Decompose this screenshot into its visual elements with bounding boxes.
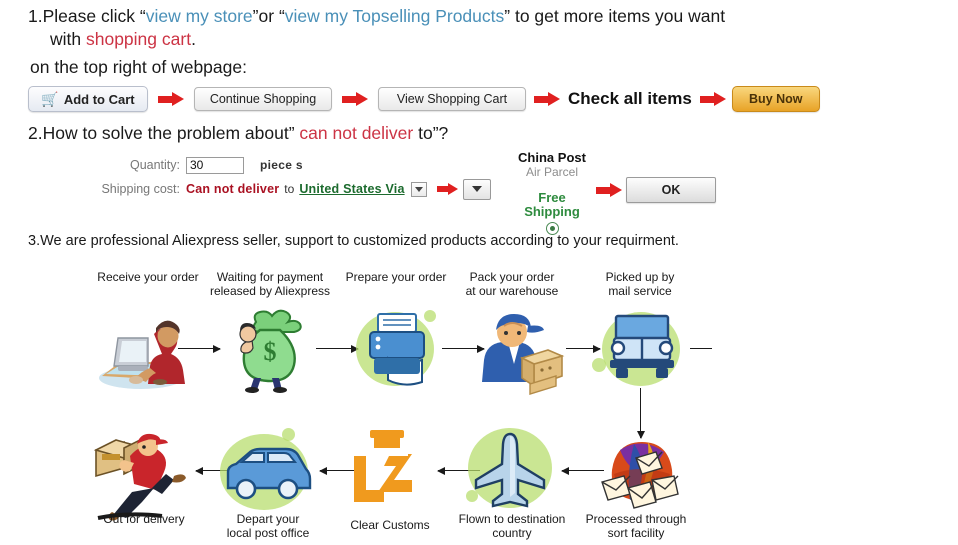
step1-line3: on the top right of webpage: <box>30 57 247 77</box>
view-topselling-products-link[interactable]: view my Topselling Products <box>285 6 505 26</box>
promo-instructions-page: 1.Please click “view my store”or “view m… <box>0 0 958 545</box>
view-my-store-link[interactable]: view my store <box>146 6 253 26</box>
worker-with-boxes-icon <box>470 306 566 395</box>
flow-label-5: Picked up by mail service <box>605 270 675 298</box>
flow-node-clear-customs-label: Clear Customs <box>328 518 452 532</box>
money-bag-icon: $ <box>226 304 322 393</box>
flow-label-2: Waiting for payment released by Aliexpres… <box>209 270 331 298</box>
airplane-icon <box>464 426 560 508</box>
carrier-service: Air Parcel <box>525 165 578 179</box>
country-via-link[interactable]: United States Via <box>299 182 404 196</box>
person-at-computer-icon <box>96 310 192 392</box>
flow-node-pack-order-label: Pack your order at our warehouse <box>450 270 574 298</box>
view-shopping-cart-label: View Shopping Cart <box>396 92 508 106</box>
view-shopping-cart-button[interactable]: View Shopping Cart <box>378 87 526 111</box>
mail-sorting-icon <box>594 430 690 512</box>
step2-number: 2. <box>28 123 43 143</box>
step1-number: 1. <box>28 6 43 26</box>
ok-button[interactable]: OK <box>626 177 716 203</box>
quantity-unit: piece s <box>260 158 303 172</box>
step1-text-b: to get more items you want <box>510 6 726 26</box>
red-arrow-6 <box>596 183 622 197</box>
ok-row: OK <box>596 177 716 203</box>
red-arrow-1 <box>158 92 184 106</box>
step1-text-a: Please click <box>42 6 140 26</box>
add-to-cart-label: Add to Cart <box>63 91 135 107</box>
shipping-cost-row: Shipping cost: Can not deliver to United… <box>88 178 491 200</box>
red-arrow-5 <box>436 183 459 195</box>
to-word: to <box>284 182 295 196</box>
flow-arrow-1 <box>178 344 221 353</box>
red-arrow-4 <box>699 92 726 106</box>
free-shipping-line2: Shipping <box>524 204 580 219</box>
shopping-cart-icon: 🛒 <box>41 91 59 107</box>
carrier-block: China Post Air Parcel Free Shipping <box>506 150 598 235</box>
quantity-label: Quantity: <box>129 158 180 172</box>
caret-down-icon-large <box>471 186 482 192</box>
buy-now-button[interactable]: Buy Now <box>731 86 820 112</box>
truck-icon <box>592 308 690 390</box>
step2-text-b: to”? <box>413 123 449 143</box>
step1-line2-b: . <box>191 29 196 49</box>
svg-text:$: $ <box>264 337 277 366</box>
flow-node-waiting-payment-label: Waiting for payment released by Aliexpres… <box>208 270 332 298</box>
running-courier-icon <box>90 430 200 521</box>
quantity-row: Quantity: 30 piece s <box>88 155 491 175</box>
carrier-name: China Post <box>518 150 586 165</box>
caret-down-icon-small <box>414 186 423 192</box>
check-all-items-text: Check all items <box>568 89 692 108</box>
shipping-cost-label: Shipping cost: <box>101 182 180 196</box>
flow-label-3: Prepare your order <box>345 270 447 284</box>
flow-label-7: Depart your local post office <box>226 512 310 540</box>
flow-node-flown-destination-label: Flown to destination country <box>450 512 574 540</box>
country-dropdown-small[interactable] <box>410 181 427 197</box>
step2-heading: 2.How to solve the problem about” can no… <box>28 122 448 144</box>
flow-label-8: Clear Customs <box>350 518 430 532</box>
continue-shopping-button[interactable]: Continue Shopping <box>194 87 332 111</box>
fulfillment-flow-diagram: Receive your order Waiting for payment re… <box>0 262 958 545</box>
step3-body: .We are professional Aliexpress seller, … <box>36 233 679 249</box>
step3-number: 3 <box>28 233 37 249</box>
blue-van-icon <box>218 428 314 514</box>
flow-node-prepare-order-label: Prepare your order <box>334 270 458 296</box>
checkout-button-row: 🛒 Add to Cart Continue Shopping View Sho… <box>28 84 820 114</box>
step2-text-a: How to solve the problem about” <box>42 123 300 143</box>
add-to-cart-button[interactable]: 🛒 Add to Cart <box>28 86 148 112</box>
flow-node-receive-order-label: Receive your order <box>86 270 210 296</box>
red-arrow-3 <box>534 92 560 106</box>
step1-between: or <box>258 6 279 26</box>
printer-icon <box>348 308 444 390</box>
quantity-input[interactable]: 30 <box>186 156 244 174</box>
flow-label-10: Processed through sort facility <box>585 512 687 540</box>
shopping-cart-highlight: shopping cart <box>85 29 192 49</box>
shipping-method-dropdown[interactable] <box>462 178 491 200</box>
flow-node-picked-up-label: Picked up by mail service <box>578 270 702 298</box>
flow-node-depart-post-office-label: Depart your local post office <box>206 512 330 540</box>
flow-node-sort-facility-label: Processed through sort facility <box>574 512 698 540</box>
free-shipping-line1: Free <box>538 190 566 205</box>
buy-now-label: Buy Now <box>749 92 803 106</box>
flow-node-out-for-delivery-label: Out for delivery <box>82 512 206 526</box>
step1-line2: with shopping cart. <box>50 28 196 50</box>
flow-label-4: Pack your order at our warehouse <box>465 270 559 298</box>
shipping-form: Quantity: 30 piece s Shipping cost: Can … <box>88 155 491 203</box>
step1-line2-a: with <box>50 29 86 49</box>
shipping-status-text: Can not deliver <box>186 182 280 196</box>
flow-label-1: Receive your order <box>97 270 199 284</box>
flow-label-9: Flown to destination country <box>458 512 566 540</box>
red-arrow-2 <box>342 92 368 106</box>
flow-label-6: Out for delivery <box>103 512 185 526</box>
can-not-deliver-highlight: can not deliver <box>299 123 414 143</box>
customs-officer-icon <box>340 428 436 510</box>
flow-stub-right <box>690 348 712 349</box>
continue-shopping-label: Continue Shopping <box>209 92 317 106</box>
step1-line1: 1.Please click “view my store”or “view m… <box>28 5 725 27</box>
step3-text: 3.We are professional Aliexpress seller,… <box>28 233 679 249</box>
